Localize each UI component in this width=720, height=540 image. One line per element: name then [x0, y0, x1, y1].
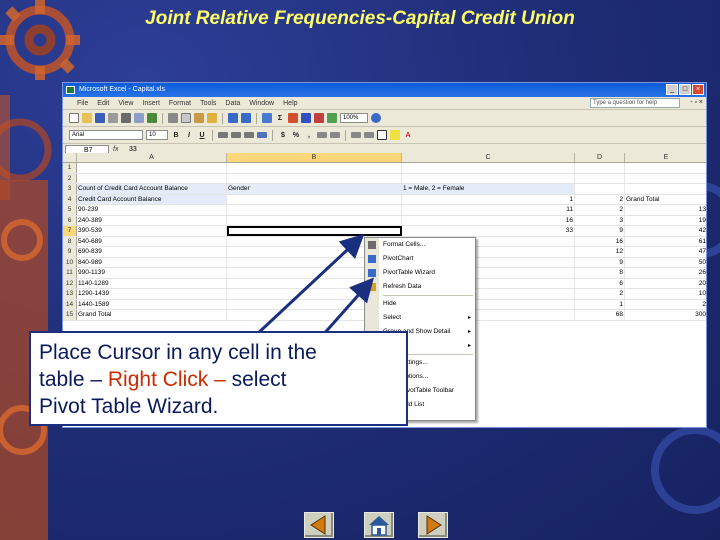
next-slide-button[interactable]: [418, 512, 448, 538]
callout-line-1: Place Cursor in any cell in the: [39, 341, 317, 364]
callout-highlight: Right Click –: [107, 368, 226, 391]
callout-line-2: table – Right Click – select: [39, 368, 287, 391]
prev-slide-icon: [310, 515, 326, 535]
instruction-callout: Place Cursor in any cell in the table – …: [29, 331, 408, 426]
prev-slide-button[interactable]: [304, 512, 334, 538]
next-slide-icon: [426, 515, 442, 535]
callout-line-3: Pivot Table Wizard.: [39, 395, 219, 418]
arrow-to-pivot-wizard: [320, 277, 374, 337]
arrow-to-table-cell: [253, 233, 365, 338]
home-icon: [369, 516, 389, 536]
home-button[interactable]: [364, 512, 394, 538]
pointer-arrows: [253, 233, 374, 338]
